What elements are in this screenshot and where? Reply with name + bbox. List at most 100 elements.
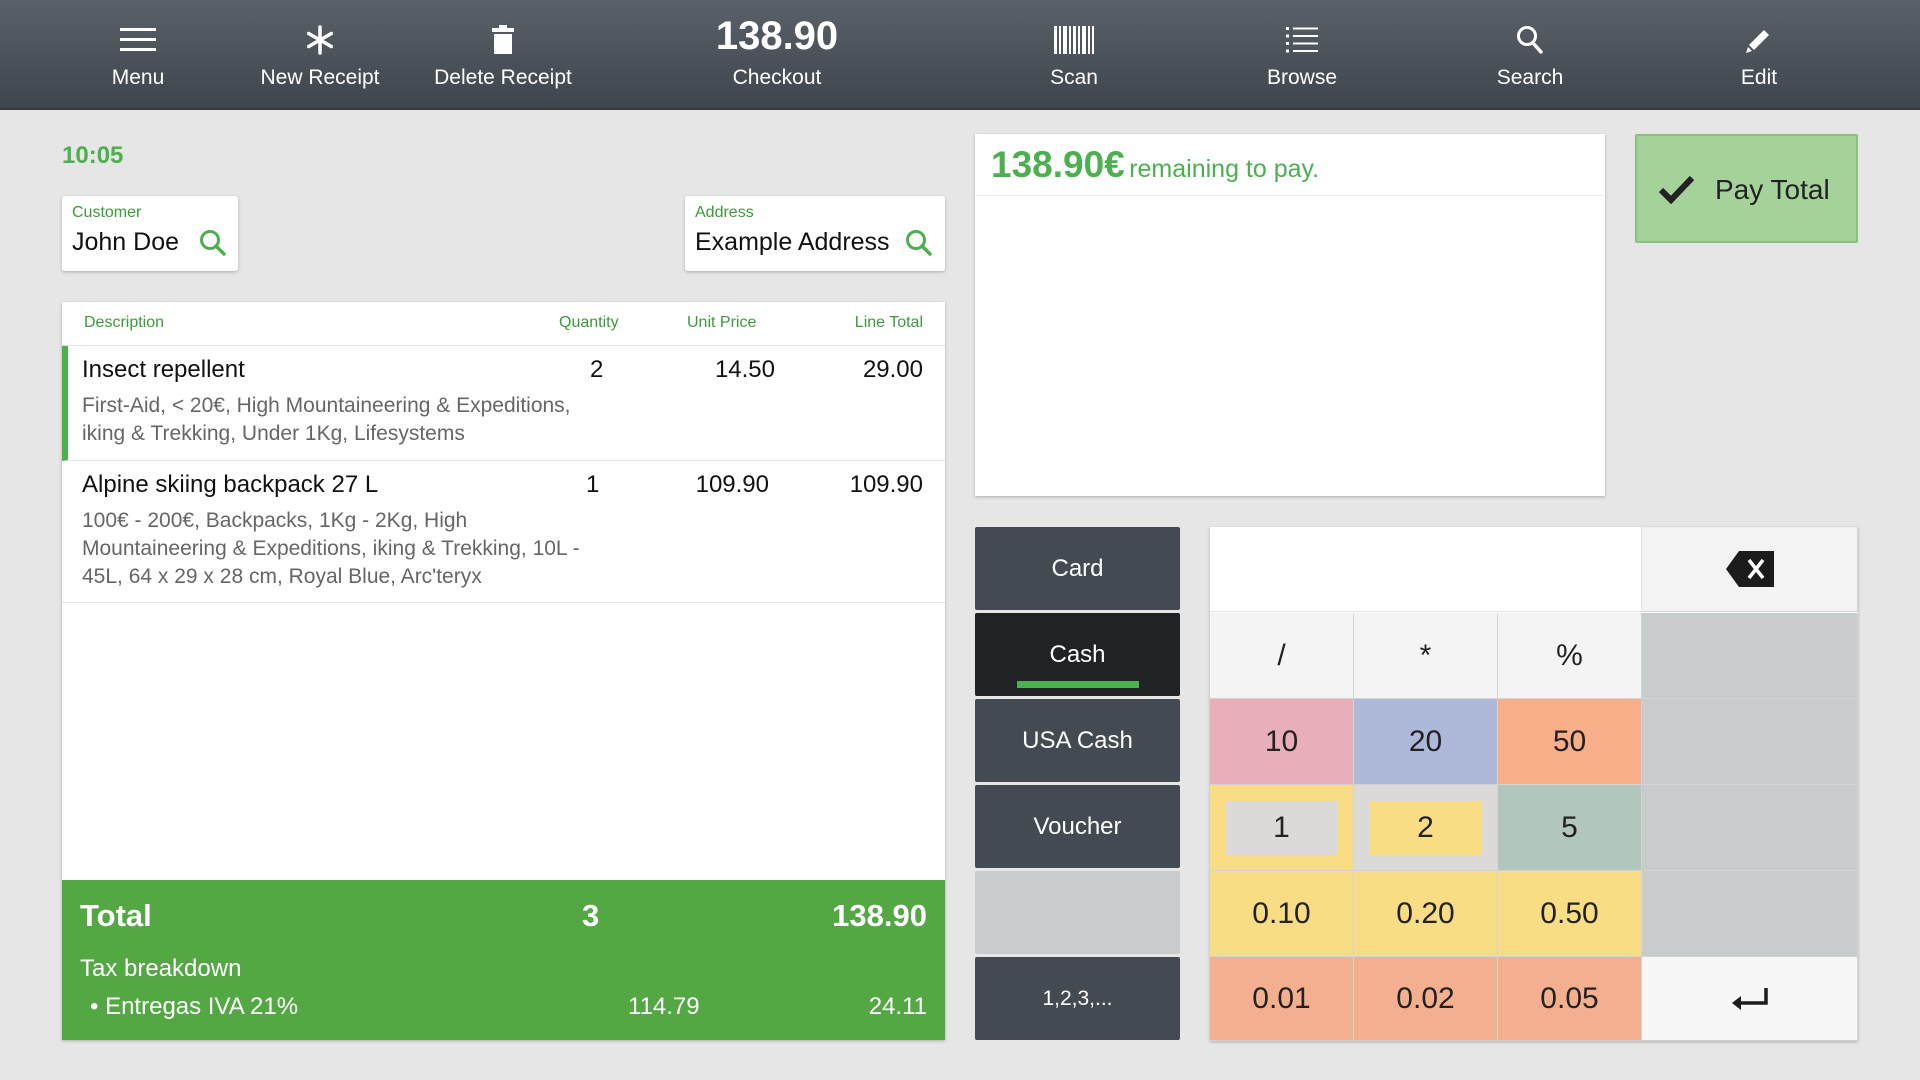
column-quantity: Quantity bbox=[559, 314, 619, 331]
new-receipt-label: New Receipt bbox=[260, 66, 380, 89]
remaining-text: remaining to pay. bbox=[1129, 155, 1320, 183]
browse-label: Browse bbox=[1266, 66, 1338, 89]
line-description: First-Aid, < 20€, High Mountaineering & … bbox=[82, 394, 571, 445]
delete-receipt-button[interactable]: Delete Receipt bbox=[403, 0, 603, 110]
edit-label: Edit bbox=[1740, 66, 1778, 89]
search-button[interactable]: Search bbox=[1430, 0, 1630, 110]
menu-label: Menu bbox=[111, 66, 165, 89]
address-label: Address bbox=[695, 204, 754, 221]
search-icon[interactable] bbox=[198, 228, 228, 258]
key-0-01[interactable]: 0.01 bbox=[1210, 957, 1354, 1041]
line-quantity: 1 bbox=[586, 471, 600, 498]
tax-breakdown-title: Tax breakdown bbox=[80, 955, 242, 982]
method-empty-slot bbox=[975, 871, 1180, 954]
remaining-amount: 138.90€ bbox=[991, 144, 1125, 185]
remaining-header: 138.90€ remaining to pay. bbox=[975, 134, 1605, 196]
scan-button[interactable]: Scan bbox=[974, 0, 1174, 110]
menu-icon bbox=[38, 22, 238, 58]
method-more-button[interactable]: 1,2,3,... bbox=[975, 957, 1180, 1040]
key-multiply[interactable]: * bbox=[1354, 613, 1498, 699]
line-description: 100€ - 200€, Backpacks, 1Kg - 2Kg, High … bbox=[82, 509, 580, 588]
enter-icon bbox=[1731, 987, 1768, 1010]
browse-button[interactable]: Browse bbox=[1202, 0, 1402, 110]
clock: 10:05 bbox=[62, 142, 124, 169]
receipt-line[interactable]: Alpine skiing backpack 27 L 1 109.90 109… bbox=[62, 461, 945, 603]
keypad-display bbox=[1210, 527, 1642, 612]
key-empty bbox=[1642, 699, 1858, 785]
search-label: Search bbox=[1496, 66, 1564, 89]
key-empty bbox=[1642, 871, 1858, 957]
backspace-key[interactable] bbox=[1642, 527, 1858, 612]
method-usa-cash-button[interactable]: USA Cash bbox=[975, 699, 1180, 782]
key-empty bbox=[1642, 785, 1858, 871]
asterisk-icon bbox=[220, 22, 420, 58]
method-voucher-button[interactable]: Voucher bbox=[975, 785, 1180, 868]
list-icon bbox=[1202, 22, 1402, 58]
column-description: Description bbox=[84, 314, 165, 331]
key-divide[interactable]: / bbox=[1210, 613, 1354, 699]
total-quantity: 3 bbox=[582, 898, 600, 933]
key-0-10[interactable]: 0.10 bbox=[1210, 871, 1354, 957]
line-unit-price: 14.50 bbox=[714, 356, 775, 383]
barcode-icon bbox=[974, 22, 1174, 58]
receipt-line[interactable]: Insect repellent 2 14.50 29.00 First-Aid… bbox=[62, 346, 945, 461]
checkout-amount: 138.90 bbox=[715, 14, 839, 58]
scan-label: Scan bbox=[1050, 66, 1098, 89]
enter-key[interactable] bbox=[1642, 957, 1858, 1041]
key-empty bbox=[1642, 613, 1858, 699]
customer-field[interactable]: Customer John Doe bbox=[62, 196, 238, 271]
key-2[interactable]: 2 bbox=[1354, 785, 1498, 871]
key-0-20[interactable]: 0.20 bbox=[1354, 871, 1498, 957]
checkout-label: Checkout bbox=[732, 66, 822, 89]
column-unit-price: Unit Price bbox=[687, 314, 757, 331]
tax-row-name: • Entregas IVA 21% bbox=[90, 993, 299, 1020]
key-1-label: 1 bbox=[1225, 800, 1338, 855]
line-total: 109.90 bbox=[849, 471, 923, 498]
keypad: / * % 10 20 50 1 2 5 0.10 0.20 0.50 0.01… bbox=[1210, 527, 1858, 1041]
top-toolbar: Menu New Receipt Delete Receipt 138.90 C… bbox=[0, 0, 1920, 110]
key-10[interactable]: 10 bbox=[1210, 699, 1354, 785]
total-label: Total bbox=[80, 898, 152, 933]
method-cash-button[interactable]: Cash bbox=[975, 613, 1180, 696]
key-percent[interactable]: % bbox=[1498, 613, 1642, 699]
new-receipt-button[interactable]: New Receipt bbox=[220, 0, 420, 110]
key-5[interactable]: 5 bbox=[1498, 785, 1642, 871]
receipt-header: Description Quantity Unit Price Line Tot… bbox=[62, 302, 945, 346]
check-icon bbox=[1659, 175, 1695, 204]
receipt-table: Description Quantity Unit Price Line Tot… bbox=[62, 302, 945, 1040]
line-unit-price: 109.90 bbox=[695, 471, 769, 498]
search-icon[interactable] bbox=[904, 228, 934, 258]
key-2-label: 2 bbox=[1369, 800, 1482, 855]
key-1[interactable]: 1 bbox=[1210, 785, 1354, 871]
key-0-50[interactable]: 0.50 bbox=[1498, 871, 1642, 957]
key-20[interactable]: 20 bbox=[1354, 699, 1498, 785]
tax-name: Entregas IVA 21% bbox=[105, 993, 299, 1020]
customer-value: John Doe bbox=[72, 228, 180, 256]
menu-button[interactable]: Menu bbox=[38, 0, 238, 110]
line-title: Insect repellent bbox=[82, 356, 245, 383]
edit-button[interactable]: Edit bbox=[1659, 0, 1859, 110]
address-field[interactable]: Address Example Address bbox=[685, 196, 945, 271]
method-card-button[interactable]: Card bbox=[975, 527, 1180, 610]
trash-icon bbox=[403, 22, 603, 58]
remaining-panel: 138.90€ remaining to pay. bbox=[975, 134, 1605, 496]
line-total: 29.00 bbox=[862, 356, 923, 383]
pencil-icon bbox=[1659, 22, 1859, 58]
pay-total-button[interactable]: Pay Total bbox=[1635, 134, 1858, 243]
checkout-button[interactable]: 138.90 Checkout bbox=[677, 0, 877, 110]
customer-label: Customer bbox=[72, 204, 142, 221]
key-0-05[interactable]: 0.05 bbox=[1498, 957, 1642, 1041]
address-value: Example Address bbox=[695, 228, 890, 256]
line-quantity: 2 bbox=[590, 356, 604, 383]
tax-amount: 24.11 bbox=[868, 993, 927, 1020]
key-50[interactable]: 50 bbox=[1498, 699, 1642, 785]
line-title: Alpine skiing backpack 27 L bbox=[82, 471, 379, 498]
search-icon bbox=[1430, 22, 1630, 58]
total-amount: 138.90 bbox=[832, 898, 927, 933]
delete-receipt-label: Delete Receipt bbox=[434, 66, 572, 89]
totals-panel: Total 3 138.90 Tax breakdown • Entregas … bbox=[62, 880, 945, 1040]
tax-base: 114.79 bbox=[628, 993, 700, 1020]
key-0-02[interactable]: 0.02 bbox=[1354, 957, 1498, 1041]
backspace-icon bbox=[1725, 551, 1774, 587]
active-indicator bbox=[1017, 681, 1139, 688]
